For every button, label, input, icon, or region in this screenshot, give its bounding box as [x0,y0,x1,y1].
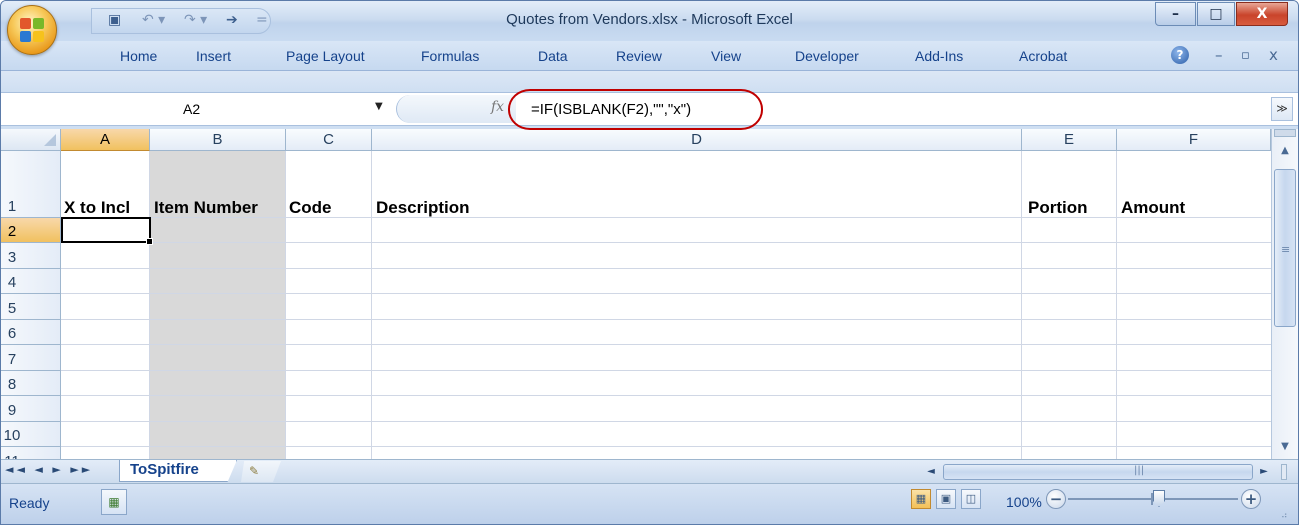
page-break-preview-button[interactable]: ◫ [961,489,981,509]
row-header-7[interactable]: 7 [1,345,61,371]
column-header-c[interactable]: C [286,129,372,151]
tab-view[interactable]: View [711,48,741,64]
tab-add-ins[interactable]: Add-Ins [915,48,963,64]
doc-restore-button[interactable]: ▫ [1241,48,1250,63]
normal-view-button[interactable]: ▦ [911,489,931,509]
horizontal-split-handle[interactable] [1281,464,1287,480]
row-header-4[interactable]: 4 [1,269,61,294]
sheet-tab-tospitfire[interactable]: ToSpitfire [119,460,237,482]
row-header-5[interactable]: 5 [1,294,61,320]
row-header-11[interactable]: 11 [1,447,61,459]
doc-minimize-button[interactable]: – [1215,46,1223,64]
cell-a1[interactable]: X to Incl [64,198,130,218]
vertical-scroll-thumb[interactable]: ≡ [1274,169,1296,327]
zoom-slider-midmark [1151,493,1153,505]
tab-formulas[interactable]: Formulas [421,48,479,64]
zoom-out-icon[interactable]: − [1046,489,1066,509]
maximize-button[interactable]: □ [1197,2,1235,26]
cell-d1[interactable]: Description [376,198,470,218]
minimize-icon: – [1172,6,1179,22]
tab-review[interactable]: Review [616,48,662,64]
tab-data[interactable]: Data [538,48,568,64]
column-header-f[interactable]: F [1117,129,1271,151]
sheet-nav-buttons[interactable]: ◄◄ ◄ ► ►► [5,463,93,476]
row-header-2[interactable]: 2 [1,218,61,243]
tab-insert[interactable]: Insert [196,48,231,64]
name-box-value: A2 [183,101,201,117]
column-header-e[interactable]: E [1022,129,1117,151]
insert-function-icon[interactable]: fx [491,99,504,115]
row-header-6[interactable]: 6 [1,320,61,345]
maximize-icon: □ [1209,6,1223,22]
select-all-button[interactable] [1,129,61,151]
sheet-tab-bar: ◄◄ ◄ ► ►► ToSpitfire ✎ ◄ ||| ► [1,459,1298,483]
close-icon: X [1256,6,1268,22]
chevron-down-icon[interactable]: ▼ [375,101,383,112]
window-title: Quotes from Vendors.xlsx - Microsoft Exc… [506,11,793,28]
scroll-right-icon[interactable]: ► [1255,462,1273,482]
zoom-level[interactable]: 100% [1006,494,1042,510]
record-macro-icon[interactable]: ▦ [101,489,127,515]
status-text: Ready [9,495,50,511]
ribbon-tabs: Home Insert Page Layout Formulas Data Re… [1,41,1298,71]
name-box[interactable]: A2 ▼ [1,93,391,125]
cell-b1[interactable]: Item Number [154,198,258,218]
title-bar: ▣ ↶ ▾ ↷ ▾ ➔ = Quotes from Vendors.xlsx -… [1,1,1298,41]
worksheet-grid[interactable]: A B C D E F 1 2 3 4 5 6 7 8 9 10 11 [1,129,1271,459]
tab-acrobat[interactable]: Acrobat [1019,48,1067,64]
help-icon[interactable]: ? [1171,46,1189,64]
doc-close-button[interactable]: x [1269,46,1278,64]
status-bar: Ready ▦ ▦ ▣ ◫ 100% − + ⠴ [1,483,1298,524]
minimize-button[interactable]: – [1155,2,1196,26]
zoom-slider-thumb[interactable] [1153,490,1165,507]
close-button[interactable]: X [1236,2,1288,26]
scroll-left-icon[interactable]: ◄ [921,462,941,482]
resize-grip-icon[interactable]: ⠴ [1281,511,1288,521]
row-header-10[interactable]: 10 [1,422,61,447]
split-handle[interactable] [1274,129,1296,137]
cell-c1[interactable]: Code [289,198,332,218]
row-header-8[interactable]: 8 [1,371,61,396]
vertical-scrollbar[interactable]: ▲ ≡ ▼ [1271,129,1298,459]
column-header-a[interactable]: A [61,129,150,151]
active-cell-a2[interactable] [61,217,153,245]
cell-e1[interactable]: Portion [1028,198,1088,218]
excel-window: ▣ ↶ ▾ ↷ ▾ ➔ = Quotes from Vendors.xlsx -… [0,0,1299,525]
column-header-d[interactable]: D [372,129,1022,151]
office-button[interactable] [7,5,57,55]
tab-page-layout[interactable]: Page Layout [286,48,365,64]
row-header-9[interactable]: 9 [1,396,61,422]
formula-annotation-circle [508,89,763,130]
cell-f1[interactable]: Amount [1121,198,1185,218]
grip-icon: ≡ [1281,243,1291,256]
horizontal-scrollbar[interactable]: ◄ ||| ► [921,462,1273,482]
row-header-3[interactable]: 3 [1,243,61,269]
scroll-up-icon[interactable]: ▲ [1272,141,1298,161]
scroll-down-icon[interactable]: ▼ [1272,437,1298,457]
horizontal-scroll-thumb[interactable]: ||| [943,464,1253,480]
expand-formula-bar-button[interactable]: ≫ [1271,97,1293,121]
zoom-in-icon[interactable]: + [1241,489,1261,509]
tab-developer[interactable]: Developer [795,48,859,64]
column-header-b[interactable]: B [150,129,286,151]
tab-home[interactable]: Home [120,48,157,64]
insert-worksheet-icon[interactable]: ✎ [241,461,281,482]
grip-icon: ||| [1134,465,1145,476]
row-header-1[interactable]: 1 [1,151,61,218]
page-layout-view-button[interactable]: ▣ [936,489,956,509]
office-logo-icon [20,18,46,44]
